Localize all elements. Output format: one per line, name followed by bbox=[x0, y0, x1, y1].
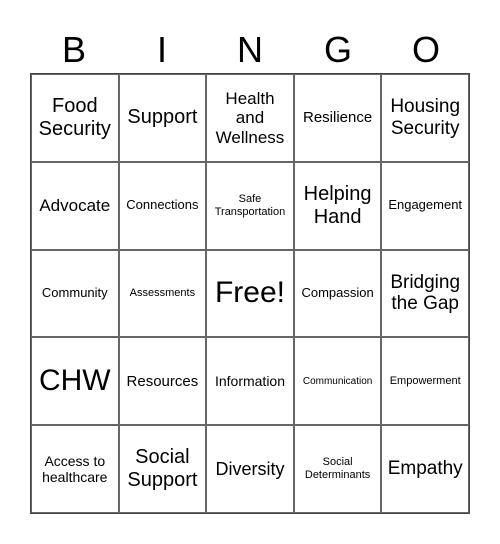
bingo-cell[interactable]: Engagement bbox=[381, 161, 469, 250]
bingo-cell[interactable]: Helping Hand bbox=[293, 161, 382, 250]
bingo-cell[interactable]: CHW bbox=[31, 337, 119, 426]
bingo-cell[interactable]: Communication bbox=[293, 337, 382, 426]
bingo-header: BINGO bbox=[30, 28, 470, 72]
bingo-cell[interactable]: Information bbox=[206, 337, 294, 426]
bingo-cell[interactable]: Diversity bbox=[206, 425, 294, 513]
bingo-cell[interactable]: Empathy bbox=[381, 425, 469, 513]
bingo-cell[interactable]: Advocate bbox=[31, 161, 119, 250]
bingo-cell[interactable]: Access to healthcare bbox=[31, 425, 119, 513]
bingo-grid: Food Security Support Health and Wellness R… bbox=[30, 73, 470, 514]
bingo-cell[interactable]: Health and Wellness bbox=[206, 74, 294, 162]
bingo-cell[interactable]: Social Support bbox=[118, 425, 207, 513]
header-letter: I bbox=[156, 29, 167, 70]
bingo-cell[interactable]: Community bbox=[31, 249, 119, 338]
bingo-cell[interactable]: Empowerment bbox=[381, 337, 469, 426]
bingo-cell[interactable]: Housing Security bbox=[381, 74, 469, 162]
bingo-cell[interactable]: Bridging the Gap bbox=[381, 249, 469, 338]
header-letter: O bbox=[411, 29, 440, 70]
header-letter: G bbox=[323, 29, 352, 70]
bingo-cell[interactable]: Food Security bbox=[31, 74, 119, 162]
bingo-cell[interactable]: Social Determinants bbox=[293, 425, 382, 513]
bingo-cell[interactable]: Assessments bbox=[118, 249, 207, 338]
bingo-cell[interactable]: Safe Transportation bbox=[206, 161, 294, 250]
bingo-cell[interactable]: Resilience bbox=[293, 74, 382, 162]
bingo-cell[interactable]: Support bbox=[118, 74, 207, 162]
bingo-cell[interactable]: Compassion bbox=[293, 249, 382, 338]
bingo-cell[interactable]: Resources bbox=[118, 337, 207, 426]
bingo-cell[interactable]: Connections bbox=[118, 161, 207, 250]
free-space-cell[interactable]: Free! bbox=[206, 249, 294, 338]
header-letter: N bbox=[237, 29, 263, 70]
header-letter: B bbox=[61, 29, 86, 70]
